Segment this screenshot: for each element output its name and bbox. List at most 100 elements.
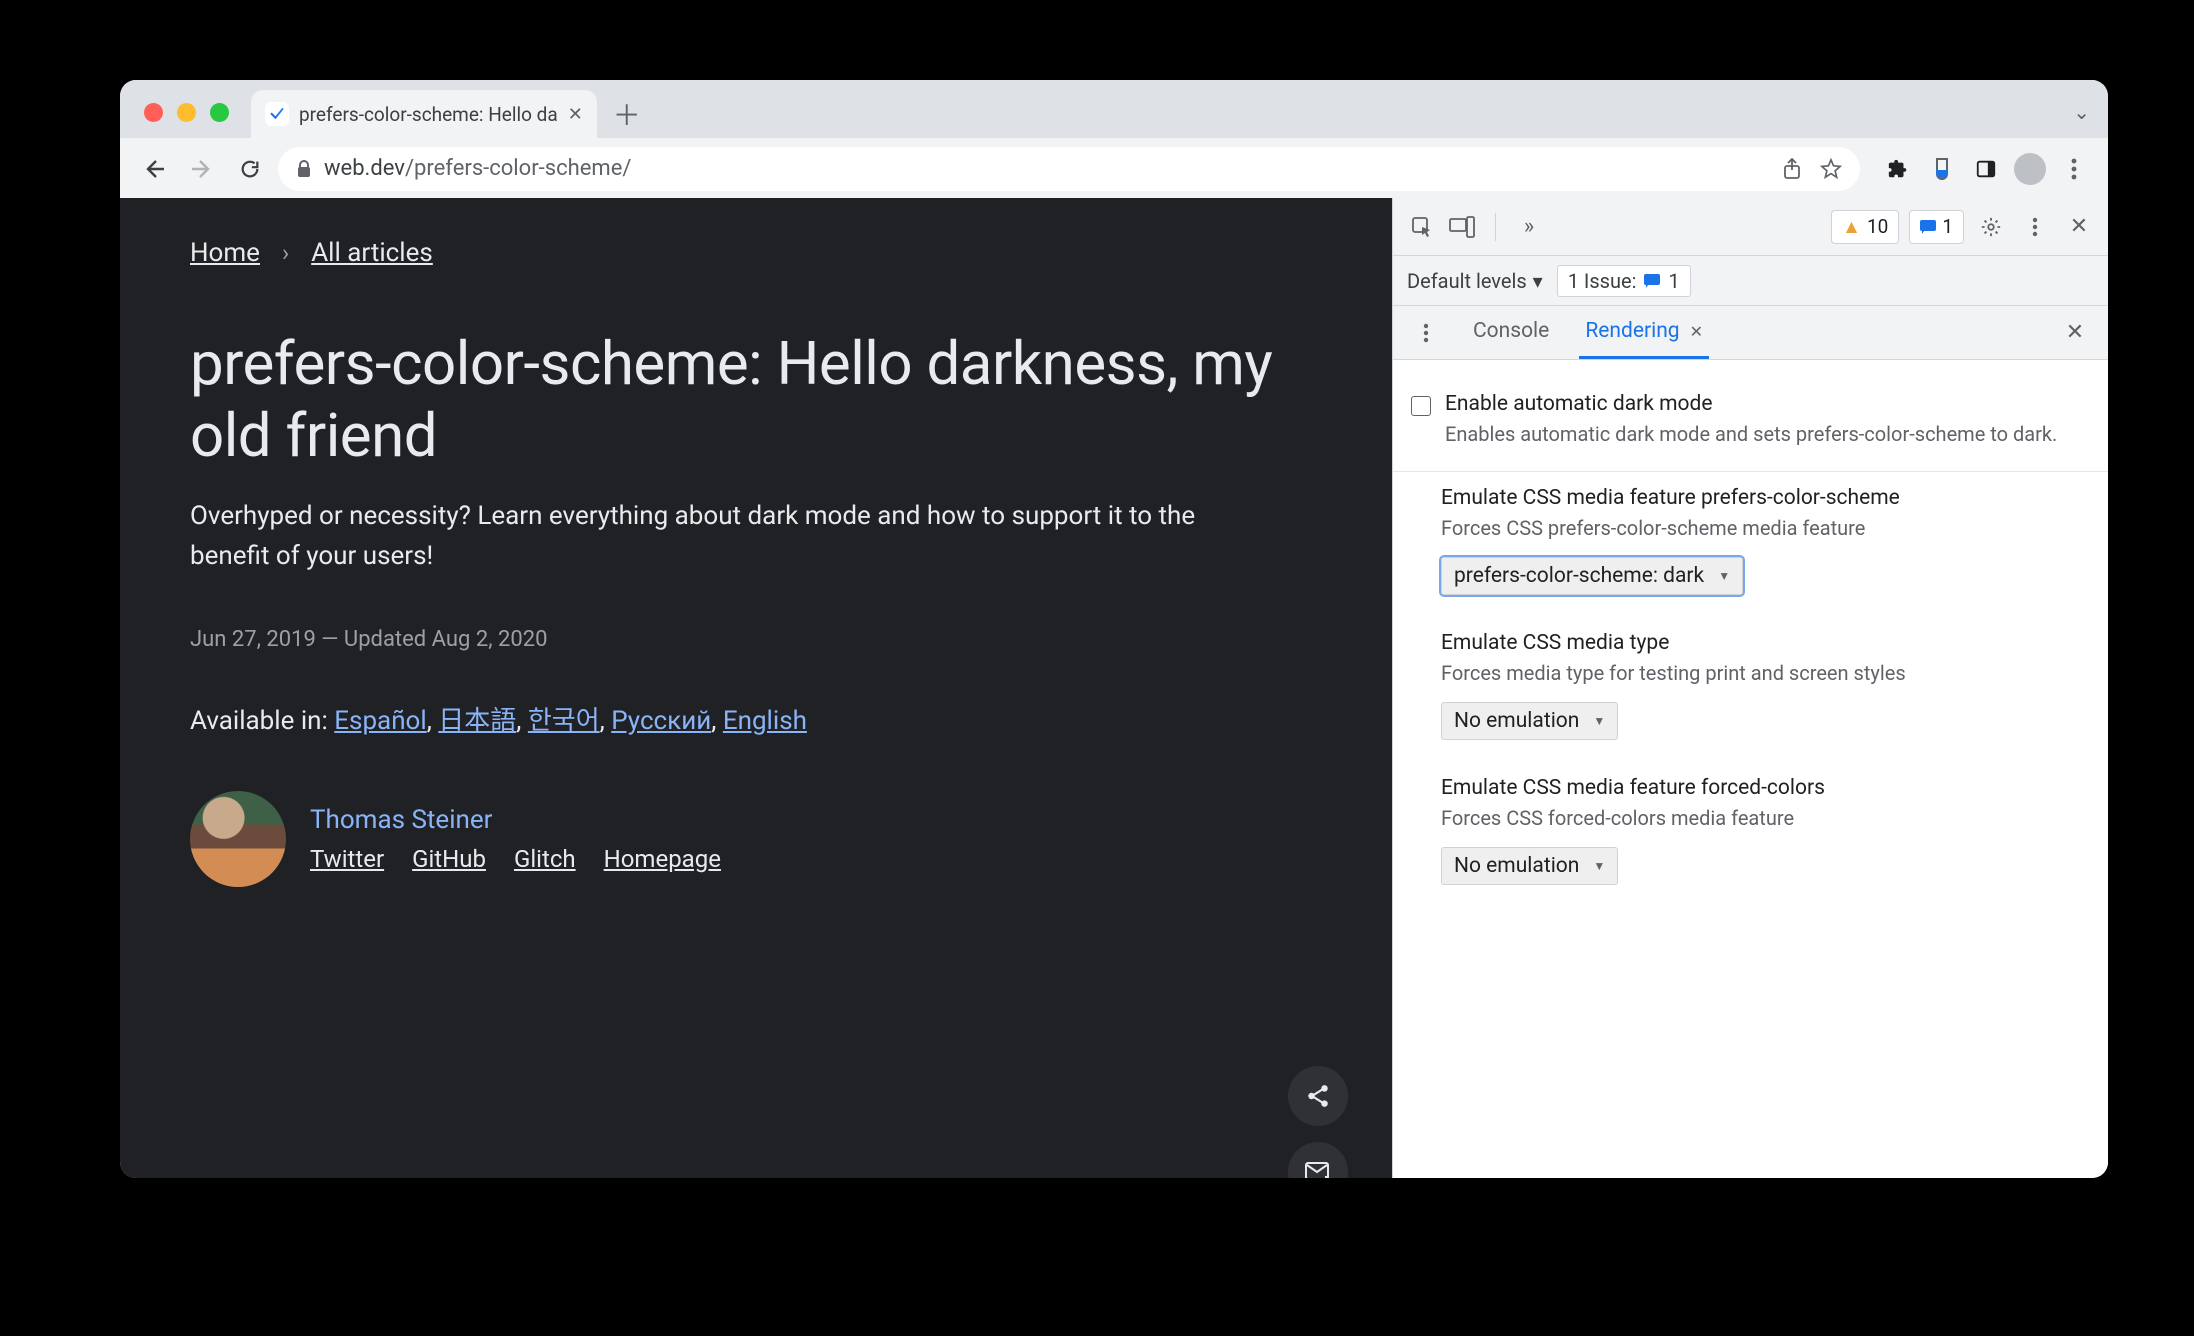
pcs-desc: Forces CSS prefers-color-scheme media fe… [1441,514,2086,543]
author-link-homepage[interactable]: Homepage [604,845,721,873]
issue-chip-icon [1644,274,1660,288]
toolbar-right [1878,149,2094,189]
available-languages: Available in: Español, 日本語, 한국어, Русский… [190,700,1322,737]
breadcrumb-all-articles[interactable]: All articles [311,238,433,268]
section-media-type: Emulate CSS media type Forces media type… [1393,617,2108,762]
pcs-select-value: prefers-color-scheme: dark [1454,564,1704,588]
back-button[interactable] [134,149,174,189]
toolbar: web.dev/prefers-color-scheme/ [120,138,2108,198]
close-window-button[interactable] [144,103,163,122]
available-label: Available in: [190,706,334,736]
drawer-close-icon[interactable]: ✕ [2058,316,2092,350]
lang-ja[interactable]: 日本語 [438,706,516,736]
section-prefers-color-scheme: Emulate CSS media feature prefers-color-… [1393,472,2108,617]
lock-icon [296,160,312,178]
device-toolbar-icon[interactable] [1445,210,1479,244]
forward-button[interactable] [182,149,222,189]
tab-strip: prefers-color-scheme: Hello da ✕ ＋ ⌄ [120,80,2108,138]
new-tab-button[interactable]: ＋ [607,94,647,134]
side-panel-icon[interactable] [1966,149,2006,189]
browser-window: prefers-color-scheme: Hello da ✕ ＋ ⌄ web… [120,80,2108,1178]
tab-rendering[interactable]: Rendering ✕ [1579,307,1709,358]
warning-icon: ▲ [1842,215,1861,239]
pcs-select[interactable]: prefers-color-scheme: dark ▼ [1441,557,1743,595]
maximize-window-button[interactable] [210,103,229,122]
mediatype-select[interactable]: No emulation ▼ [1441,702,1618,740]
breadcrumb-home[interactable]: Home [190,238,260,268]
chevron-down-icon: ▼ [1593,714,1605,728]
section-auto-dark-mode: Enable automatic dark mode Enables autom… [1393,378,2108,472]
author-name[interactable]: Thomas Steiner [310,805,721,835]
more-tabs-icon[interactable]: » [1512,210,1546,244]
webpage: Home › All articles prefers-color-scheme… [120,198,1392,1178]
messages-pill[interactable]: 1 [1909,210,1964,244]
lang-ko[interactable]: 한국어 [528,706,600,736]
mediatype-desc: Forces media type for testing print and … [1441,659,2086,688]
author-avatar[interactable] [190,791,286,887]
mediatype-select-value: No emulation [1454,709,1579,733]
address-bar[interactable]: web.dev/prefers-color-scheme/ [278,147,1860,191]
tab-title: prefers-color-scheme: Hello da [299,103,558,126]
chrome-menu-icon[interactable] [2054,149,2094,189]
url-path: /prefers-color-scheme/ [405,156,631,181]
devtools-settings-icon[interactable] [1974,210,2008,244]
labs-icon[interactable] [1922,149,1962,189]
breadcrumb: Home › All articles [190,238,1322,268]
devtools-close-icon[interactable]: ✕ [2062,210,2096,244]
issues-box[interactable]: 1 Issue: 1 [1557,265,1691,297]
omnibox-actions [1782,158,1842,180]
bookmark-star-icon[interactable] [1820,158,1842,180]
tab-close-icon[interactable]: ✕ [568,104,583,125]
share-icon[interactable] [1782,158,1802,180]
messages-count: 1 [1942,215,1953,238]
inspect-element-icon[interactable] [1405,210,1439,244]
page-subtitle: Overhyped or necessity? Learn everything… [190,496,1210,577]
lang-en[interactable]: English [723,706,807,736]
drawer-menu-icon[interactable] [1409,316,1443,350]
log-levels-label: Default levels [1407,269,1527,293]
warnings-count: 10 [1867,215,1888,238]
message-icon [1920,220,1936,234]
auto-dark-mode-checkbox[interactable] [1411,396,1431,416]
chevron-right-icon: › [282,239,289,267]
lang-es[interactable]: Español [334,706,426,736]
warnings-pill[interactable]: ▲ 10 [1831,210,1899,244]
auto-dark-mode-title: Enable automatic dark mode [1445,392,2057,416]
pcs-title: Emulate CSS media feature prefers-color-… [1441,486,2086,510]
section-forced-colors: Emulate CSS media feature forced-colors … [1393,762,2108,907]
mediatype-title: Emulate CSS media type [1441,631,2086,655]
author-block: Thomas Steiner Twitter GitHub Glitch Hom… [190,791,1322,887]
author-link-twitter[interactable]: Twitter [310,845,384,873]
extensions-icon[interactable] [1878,149,1918,189]
issues-label: 1 Issue: [1568,269,1637,293]
lang-ru[interactable]: Русский [611,706,711,736]
tab-list-chevron-icon[interactable]: ⌄ [2073,100,2090,124]
devtools-toolbar: » ▲ 10 1 ✕ [1393,198,2108,256]
tab-console[interactable]: Console [1467,307,1555,358]
rendering-panel: Enable automatic dark mode Enables autom… [1393,360,2108,1178]
tab-rendering-close-icon[interactable]: ✕ [1690,322,1703,341]
log-levels-dropdown[interactable]: Default levels ▾ [1407,269,1543,293]
auto-dark-mode-desc: Enables automatic dark mode and sets pre… [1445,420,2057,449]
author-link-github[interactable]: GitHub [412,845,486,873]
reload-button[interactable] [230,149,270,189]
devtools-menu-icon[interactable] [2018,210,2052,244]
url-text: web.dev/prefers-color-scheme/ [324,156,1770,181]
drawer-tabs: Console Rendering ✕ ✕ [1393,306,2108,360]
share-fab[interactable] [1288,1066,1348,1126]
forced-select-value: No emulation [1454,854,1579,878]
tab-favicon [265,102,289,126]
forced-select[interactable]: No emulation ▼ [1441,847,1618,885]
author-link-glitch[interactable]: Glitch [514,845,576,873]
content-area: Home › All articles prefers-color-scheme… [120,198,2108,1178]
minimize-window-button[interactable] [177,103,196,122]
url-host: web.dev [324,156,405,181]
forced-title: Emulate CSS media feature forced-colors [1441,776,2086,800]
author-links: Twitter GitHub Glitch Homepage [310,845,721,873]
console-filter-bar: Default levels ▾ 1 Issue: 1 [1393,256,2108,306]
profile-avatar[interactable] [2010,149,2050,189]
page-title: prefers-color-scheme: Hello darkness, my… [190,328,1322,472]
browser-tab[interactable]: prefers-color-scheme: Hello da ✕ [251,90,597,138]
subscribe-fab[interactable] [1288,1142,1348,1178]
issues-count: 1 [1668,269,1679,293]
